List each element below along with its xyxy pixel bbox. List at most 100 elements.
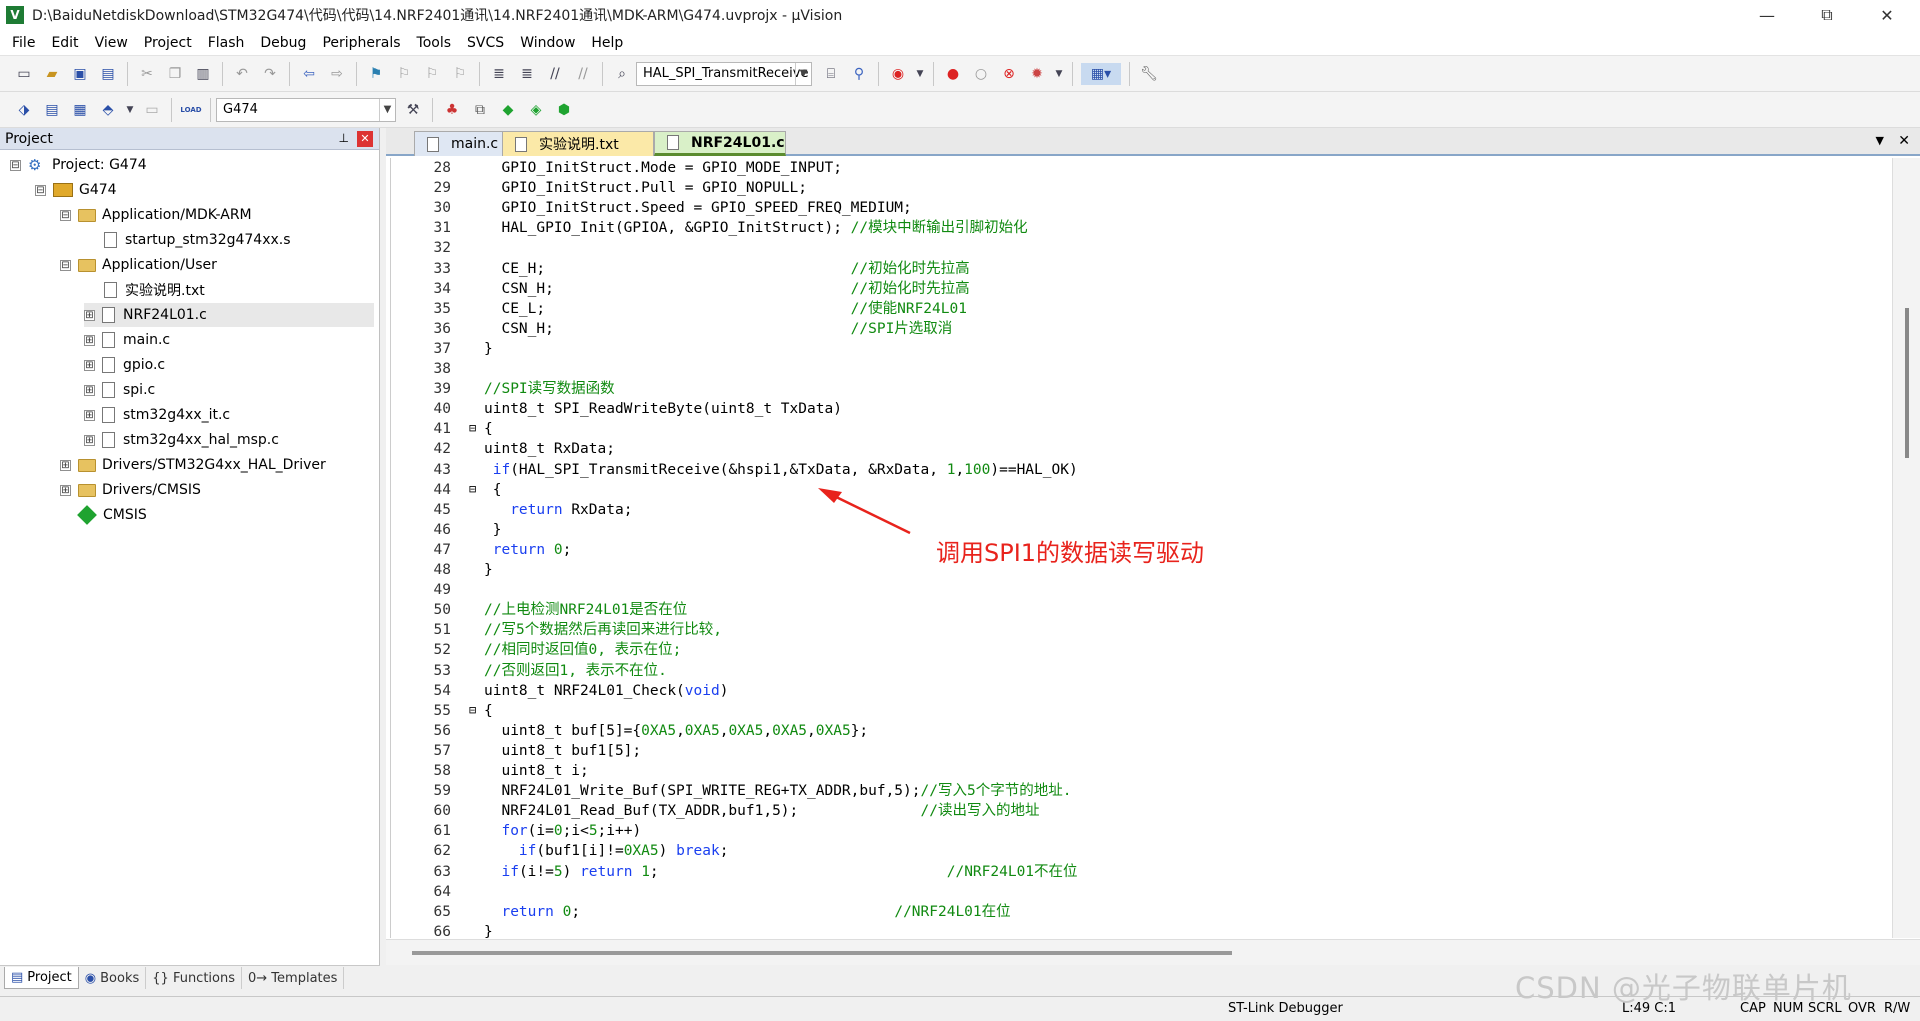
code-line[interactable]: 30 GPIO_InitStruct.Speed = GPIO_SPEED_FR…	[391, 198, 1890, 218]
download-load-icon[interactable]: LOAD	[180, 99, 202, 121]
copy-icon[interactable]: ❐	[164, 63, 186, 85]
tree-item-file[interactable]: ⊞ stm32g4xx_hal_msp.c	[84, 428, 279, 452]
tree-item-group[interactable]: ⊞ Drivers/CMSIS	[60, 478, 201, 502]
tree-item-group[interactable]: ⊞ Drivers/STM32G4xx_HAL_Driver	[60, 453, 326, 477]
code-line[interactable]: 64	[391, 882, 1890, 902]
menu-tools[interactable]: Tools	[409, 30, 460, 56]
code-line[interactable]: 40 uint8_t SPI_ReadWriteByte(uint8_t TxDa…	[391, 399, 1890, 419]
clear-bookmarks-icon[interactable]: ⚐	[449, 63, 471, 85]
restore-button[interactable]: ⧉	[1804, 0, 1850, 30]
fold-marker-icon[interactable]	[469, 343, 480, 354]
collapse-icon[interactable]: ⊟	[10, 159, 21, 171]
indent-icon[interactable]: ≣	[488, 63, 510, 85]
fold-marker-icon[interactable]: ⊟	[469, 422, 480, 434]
pin-icon[interactable]: ⊥	[339, 131, 349, 145]
code-line[interactable]: 29 GPIO_InitStruct.Pull = GPIO_NOPULL;	[391, 178, 1890, 198]
fold-marker-icon[interactable]	[469, 162, 480, 173]
fold-marker-icon[interactable]	[469, 745, 480, 756]
expand-icon[interactable]: ⊞	[84, 434, 95, 446]
translate-icon[interactable]: ⬗	[13, 99, 35, 121]
collapse-icon[interactable]: ⊟	[60, 259, 71, 271]
cut-icon[interactable]: ✂	[136, 63, 158, 85]
scroll-thumb[interactable]	[412, 951, 1232, 955]
incremental-find-icon[interactable]: ⚲	[848, 63, 870, 85]
menu-view[interactable]: View	[87, 30, 136, 56]
fold-marker-icon[interactable]	[469, 383, 480, 394]
chevron-down-icon[interactable]: ▼	[795, 62, 811, 85]
target-combo[interactable]: G474 ▼	[216, 97, 396, 122]
manage-project-items-icon[interactable]: ♣	[441, 99, 463, 121]
new-file-icon[interactable]: ▭	[13, 63, 35, 85]
fold-marker-icon[interactable]	[469, 825, 480, 836]
fold-marker-icon[interactable]: ⊟	[469, 704, 480, 716]
chevron-down-icon[interactable]: ▼	[379, 98, 395, 121]
fold-marker-icon[interactable]	[469, 765, 480, 776]
tab-books[interactable]: ◉ Books	[79, 967, 147, 989]
save-icon[interactable]: ▣	[69, 63, 91, 85]
next-bookmark-icon[interactable]: ⚐	[421, 63, 443, 85]
save-all-icon[interactable]: ▤	[97, 63, 119, 85]
collapse-icon[interactable]: ⊟	[35, 184, 46, 196]
code-line[interactable]: 31 HAL_GPIO_Init(GPIOA, &GPIO_InitStruct…	[391, 218, 1890, 238]
fold-marker-icon[interactable]	[469, 263, 480, 274]
menu-project[interactable]: Project	[136, 30, 200, 56]
find-icon[interactable]: ⌸	[820, 63, 842, 85]
fold-marker-icon[interactable]	[469, 443, 480, 454]
dropdown-arrow-icon[interactable]: ▼	[1054, 63, 1064, 85]
close-tab-icon[interactable]: ✕	[1898, 133, 1910, 149]
tree-item-project[interactable]: ⊟ ⚙ Project: G474	[10, 153, 147, 177]
tab-functions[interactable]: {} Functions	[146, 967, 243, 989]
fold-marker-icon[interactable]	[469, 604, 480, 615]
pack-installer-icon[interactable]: ◈	[525, 99, 547, 121]
unindent-icon[interactable]: ≣	[516, 63, 538, 85]
debug-session-icon[interactable]: ◉	[887, 63, 909, 85]
close-panel-button[interactable]: ✕	[357, 131, 373, 147]
code-line[interactable]: 56 uint8_t buf[5]={0XA5,0XA5,0XA5,0XA5,0…	[391, 721, 1890, 741]
expand-icon[interactable]: ⊞	[60, 459, 71, 471]
dropdown-arrow-icon[interactable]: ▼	[125, 99, 135, 121]
menu-svcs[interactable]: SVCS	[459, 30, 512, 56]
fold-marker-icon[interactable]	[469, 785, 480, 796]
tab-readme-txt[interactable]: 实验说明.txt	[502, 131, 654, 156]
dropdown-arrow-icon[interactable]: ▼	[915, 63, 925, 85]
fold-marker-icon[interactable]	[469, 182, 480, 193]
paste-icon[interactable]: ▥	[192, 63, 214, 85]
fold-marker-icon[interactable]	[469, 283, 480, 294]
code-line[interactable]: 45 return RxData;	[391, 500, 1890, 520]
expand-icon[interactable]: ⊞	[84, 384, 95, 396]
code-line[interactable]: 54 uint8_t NRF24L01_Check(void)	[391, 681, 1890, 701]
uncomment-icon[interactable]: //	[572, 63, 594, 85]
kill-breakpoints-icon[interactable]: ⊗	[998, 63, 1020, 85]
window-layout-icon[interactable]: ▦▾	[1081, 62, 1121, 85]
code-line[interactable]: 60 NRF24L01_Read_Buf(TX_ADDR,buf1,5); //…	[391, 801, 1890, 821]
code-line[interactable]: 57 uint8_t buf1[5];	[391, 741, 1890, 761]
code-line[interactable]: 44 ⊟ {	[391, 480, 1890, 500]
fold-marker-icon[interactable]	[469, 665, 480, 676]
tree-item-file[interactable]: ⊞ spi.c	[84, 378, 155, 402]
tree-item-group[interactable]: ⊟ Application/User	[60, 253, 217, 277]
fold-marker-icon[interactable]	[469, 564, 480, 575]
menu-window[interactable]: Window	[512, 30, 583, 56]
fold-marker-icon[interactable]	[469, 624, 480, 635]
menu-edit[interactable]: Edit	[43, 30, 86, 56]
batch-build-icon[interactable]: ⬘	[97, 99, 119, 121]
fold-marker-icon[interactable]	[469, 242, 480, 253]
code-line[interactable]: 65 return 0; //NRF24L01在位	[391, 902, 1890, 922]
fold-marker-icon[interactable]	[469, 222, 480, 233]
vertical-scrollbar[interactable]	[1892, 158, 1920, 938]
minimize-button[interactable]: —	[1744, 0, 1790, 30]
rebuild-icon[interactable]: ▦	[69, 99, 91, 121]
disable-breakpoint-icon[interactable]: ○	[970, 63, 992, 85]
menu-peripherals[interactable]: Peripherals	[314, 30, 408, 56]
comment-icon[interactable]: //	[544, 63, 566, 85]
code-line[interactable]: 32	[391, 238, 1890, 258]
fold-marker-icon[interactable]	[469, 584, 480, 595]
code-line[interactable]: 62 if(buf1[i]!=0XA5) break;	[391, 841, 1890, 861]
menu-flash[interactable]: Flash	[200, 30, 253, 56]
code-line[interactable]: 35 CE_L; //使能NRF24L01	[391, 299, 1890, 319]
tab-project[interactable]: ▤ Project	[4, 967, 79, 989]
expand-icon[interactable]: ⊞	[84, 309, 95, 321]
code-line[interactable]: 39 //SPI读写数据函数	[391, 379, 1890, 399]
fold-marker-icon[interactable]	[469, 464, 480, 475]
code-line[interactable]: 53 //否则返回1, 表示不在位.	[391, 661, 1890, 681]
